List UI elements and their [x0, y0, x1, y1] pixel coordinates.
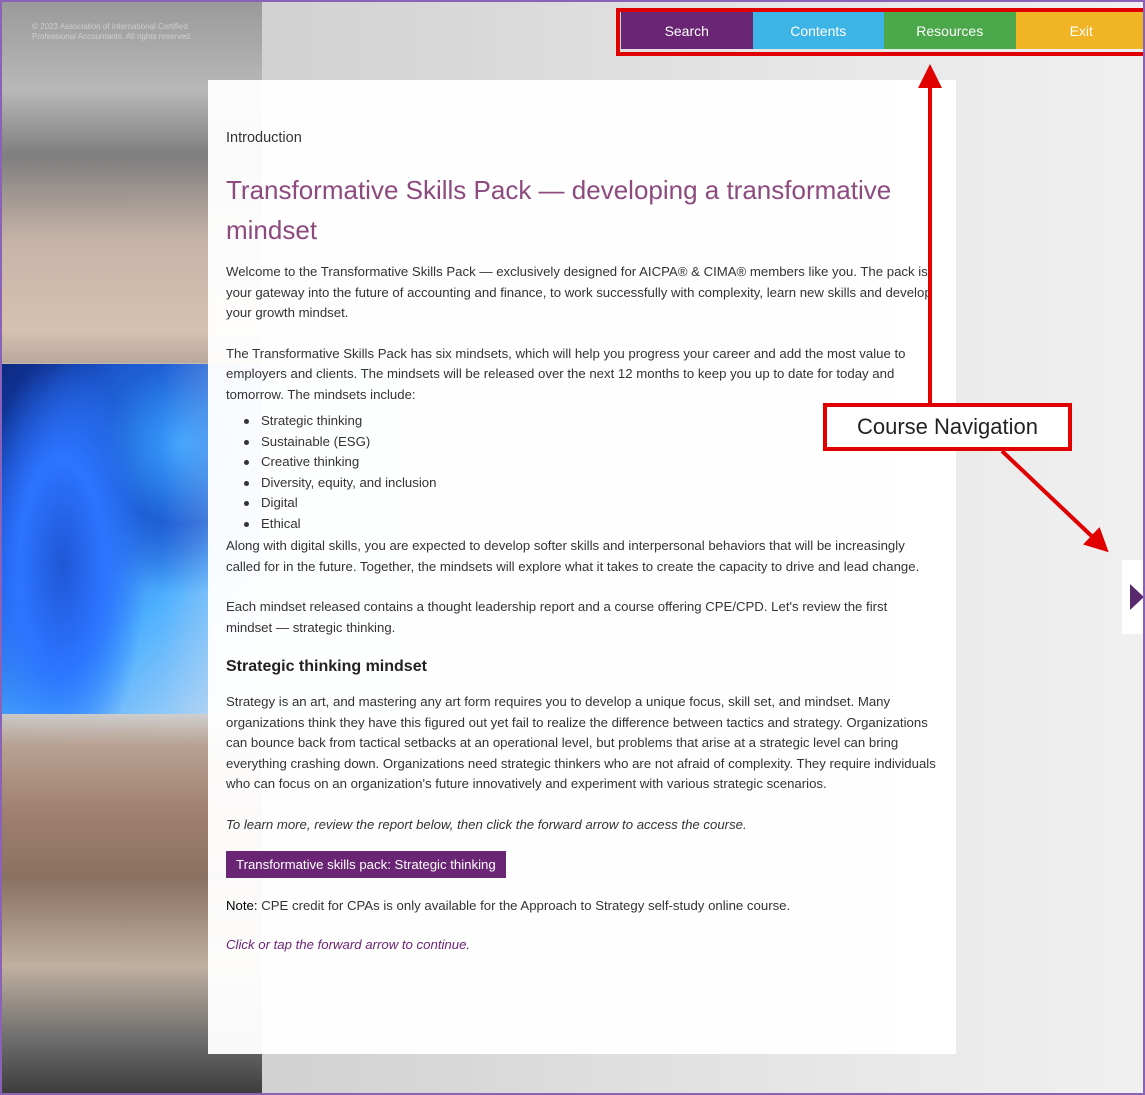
intro-paragraph-1: Welcome to the Transformative Skills Pac… — [226, 264, 932, 320]
list-item: Diversity, equity, and inclusion — [244, 473, 938, 494]
note-text: Note: CPE credit for CPAs is only availa… — [226, 896, 938, 917]
instruction-text: To learn more, review the report below, … — [226, 816, 747, 832]
paragraph-3: Along with digital skills, you are expec… — [226, 538, 920, 574]
section-heading: Strategic thinking mindset — [226, 658, 427, 675]
content-panel: Introduction Transformative Skills Pack … — [208, 80, 956, 1054]
report-button[interactable]: Transformative skills pack: Strategic th… — [226, 851, 506, 878]
nav-highlight-box — [616, 8, 1143, 56]
forward-arrow-icon[interactable] — [1122, 560, 1143, 634]
list-item: Ethical — [244, 514, 938, 535]
note-body: CPE credit for CPAs is only available fo… — [257, 898, 791, 913]
intro-paragraph-2: The Transformative Skills Pack has six m… — [226, 345, 906, 402]
breadcrumb: Introduction — [226, 130, 302, 146]
continue-link[interactable]: Click or tap the forward arrow to contin… — [226, 935, 938, 956]
paragraph-5: Strategy is an art, and mastering any ar… — [226, 694, 936, 791]
page-title: Transformative Skills Pack — developing … — [226, 175, 892, 245]
arrow-to-forward — [1000, 449, 1109, 553]
paragraph-4: Each mindset released contains a thought… — [226, 599, 888, 635]
note-label: Note: — [226, 898, 258, 913]
course-navigation-callout: Course Navigation — [823, 403, 1072, 451]
list-item: Creative thinking — [244, 452, 938, 473]
list-item: Digital — [244, 493, 938, 514]
course-window: © 2023 Association of International Cert… — [0, 0, 1145, 1095]
copyright-text: © 2023 Association of International Cert… — [32, 22, 193, 41]
